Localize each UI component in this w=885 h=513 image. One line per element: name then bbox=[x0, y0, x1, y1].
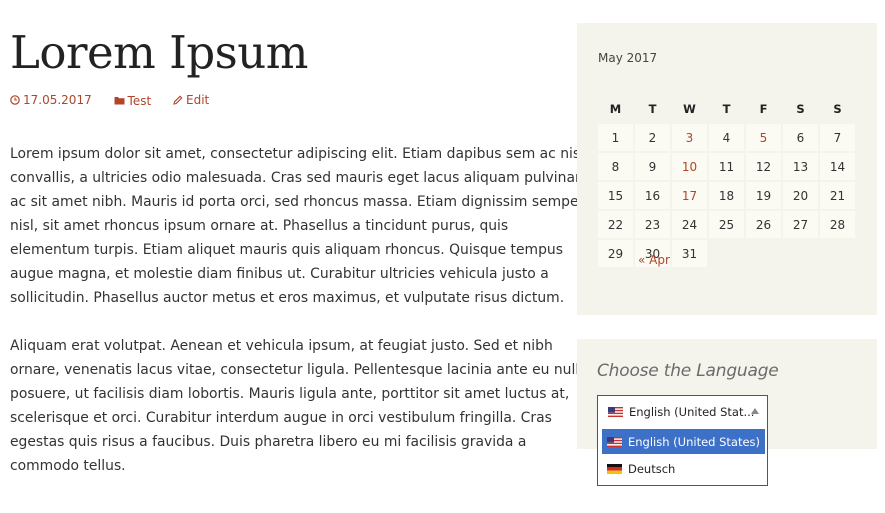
calendar-day: 18 bbox=[709, 182, 744, 209]
text-line: augue magna, et molestie diam finibus ut… bbox=[10, 266, 549, 282]
post-category: Test bbox=[127, 93, 152, 108]
weekday-header: S bbox=[796, 101, 805, 116]
language-select[interactable]: English (United Stat... bbox=[598, 396, 767, 427]
calendar-day: 21 bbox=[820, 182, 855, 209]
pencil-icon bbox=[173, 95, 183, 105]
previous-month-link[interactable]: « Apr bbox=[638, 253, 670, 267]
calendar-week: 8 9 10 11 12 13 14 bbox=[598, 153, 855, 180]
calendar-empty-cell bbox=[709, 240, 744, 267]
text-line: convallis, a ultricies odio malesuada. C… bbox=[10, 170, 581, 186]
edit-link[interactable]: Edit bbox=[173, 93, 209, 107]
calendar-week: 15 16 17 18 19 20 21 bbox=[598, 182, 855, 209]
calendar-caption: May 2017 bbox=[598, 51, 658, 65]
calendar-day: 27 bbox=[783, 211, 818, 238]
chevron-up-icon bbox=[751, 408, 759, 414]
calendar-day: 7 bbox=[820, 124, 855, 151]
weekday-header: S bbox=[833, 101, 842, 116]
edit-label: Edit bbox=[186, 93, 210, 107]
calendar-day: 4 bbox=[709, 124, 744, 151]
de-flag-icon bbox=[607, 463, 622, 474]
language-option-english[interactable]: English (United States) bbox=[602, 429, 765, 454]
calendar-day-link[interactable]: 3 bbox=[672, 124, 707, 151]
text-line: ornare, venenatis lacus vitae, consectet… bbox=[10, 362, 588, 378]
calendar-day: 26 bbox=[746, 211, 781, 238]
calendar-day-link[interactable]: 17 bbox=[672, 182, 707, 209]
text-line: commodo tellus. bbox=[10, 458, 126, 474]
calendar-week: 22 23 24 25 26 27 28 bbox=[598, 211, 855, 238]
text-line: elementum turpis. Etiam aliquet mauris q… bbox=[10, 242, 563, 258]
calendar-day: 25 bbox=[709, 211, 744, 238]
text-line: posuere, ut facilisis diam lobortis. Mau… bbox=[10, 386, 570, 402]
us-flag-icon bbox=[607, 436, 622, 447]
calendar-day: 28 bbox=[820, 211, 855, 238]
calendar-day: 23 bbox=[635, 211, 670, 238]
language-option-label: Deutsch bbox=[628, 461, 676, 476]
post-date-link[interactable]: 17.05.2017 bbox=[10, 93, 92, 107]
calendar-empty-cell bbox=[783, 240, 818, 267]
text-line: nisl, sit amet rhoncus ipsum ornare at. … bbox=[10, 218, 509, 234]
text-line: sollicitudin. Phasellus auctor metus et … bbox=[10, 290, 565, 306]
weekday-header: M bbox=[609, 101, 622, 116]
calendar-day: 13 bbox=[783, 153, 818, 180]
calendar-day: 2 bbox=[635, 124, 670, 151]
language-dropdown[interactable]: English (United Stat... English (United … bbox=[597, 395, 768, 486]
text-line: egestas quis risus a faucibus. Duis phar… bbox=[10, 434, 527, 450]
calendar-day: 6 bbox=[783, 124, 818, 151]
calendar-empty-cell bbox=[820, 240, 855, 267]
calendar-week: 1234567 bbox=[598, 124, 855, 151]
us-flag-icon bbox=[608, 406, 623, 417]
language-option-label: English (United States) bbox=[628, 434, 761, 449]
weekday-header: F bbox=[759, 101, 768, 116]
calendar-day: 20 bbox=[783, 182, 818, 209]
calendar-day: 19 bbox=[746, 182, 781, 209]
language-option-deutsch[interactable]: Deutsch bbox=[602, 456, 765, 481]
weekday-header: T bbox=[722, 101, 731, 116]
text-line: Lorem ipsum dolor sit amet, consectetur … bbox=[10, 146, 584, 162]
calendar-day: 11 bbox=[709, 153, 744, 180]
calendar-widget: May 2017 MTWTFSS 1 2 3 4 5 6 7 8 9 10 11 12 13 14 15 16… bbox=[577, 23, 877, 315]
calendar-day: 12 bbox=[746, 153, 781, 180]
language-widget-title: Choose the Language bbox=[597, 361, 779, 381]
post-category-link[interactable]: Test bbox=[114, 93, 152, 108]
calendar-day-link[interactable]: 10 bbox=[672, 153, 707, 180]
calendar-day: 29 bbox=[598, 240, 633, 267]
page-title: Lorem Ipsum bbox=[10, 26, 308, 79]
calendar-day: 1 bbox=[598, 124, 633, 151]
calendar-day: 16 bbox=[635, 182, 670, 209]
calendar-week: 29 30 31 bbox=[598, 240, 855, 267]
weekday-header: T bbox=[648, 101, 657, 116]
text-line: ac sit amet nibh. Mauris id porta orci, … bbox=[10, 194, 585, 210]
paragraph-2: Aliquam erat volutpat. Aenean et vehicul… bbox=[10, 334, 588, 478]
calendar-day: 15 bbox=[598, 182, 633, 209]
calendar-day: 9 bbox=[635, 153, 670, 180]
calendar-day: 31 bbox=[672, 240, 707, 267]
weekday-header: W bbox=[683, 101, 696, 116]
clock-icon bbox=[10, 95, 20, 105]
post-date: 17.05.2017 bbox=[23, 93, 92, 107]
calendar-day: 22 bbox=[598, 211, 633, 238]
post-meta: 17.05.2017 Test Edit bbox=[10, 93, 227, 108]
calendar-day: 8 bbox=[598, 153, 633, 180]
text-line: scelerisque et orci. Curabitur interdum … bbox=[10, 410, 552, 426]
calendar-empty-cell bbox=[746, 240, 781, 267]
selected-language: English (United Stat... bbox=[629, 404, 755, 419]
calendar-day: 14 bbox=[820, 153, 855, 180]
calendar-day: 24 bbox=[672, 211, 707, 238]
calendar-day-link[interactable]: 5 bbox=[746, 124, 781, 151]
paragraph-1: Lorem ipsum dolor sit amet, consectetur … bbox=[10, 142, 584, 310]
calendar-table: MTWTFSS 1 2 3 4 5 6 7 8 9 10 11 12 13 14 15 16 17 18 19 20 2… bbox=[596, 93, 857, 269]
folder-icon bbox=[114, 97, 125, 105]
text-line: Aliquam erat volutpat. Aenean et vehicul… bbox=[10, 338, 553, 354]
